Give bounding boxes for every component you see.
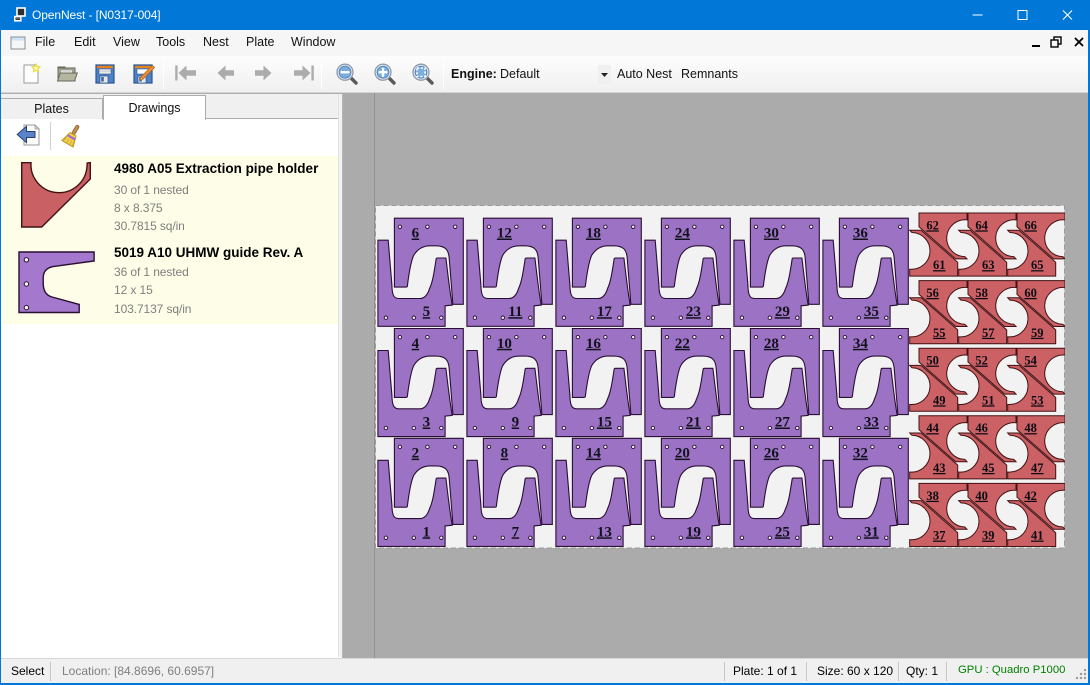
svg-text:5: 5: [423, 304, 431, 320]
svg-text:25: 25: [775, 524, 790, 540]
svg-text:43: 43: [933, 461, 946, 475]
svg-text:13: 13: [597, 524, 612, 540]
svg-text:2: 2: [412, 446, 420, 462]
svg-text:40: 40: [975, 489, 988, 503]
svg-text:56: 56: [926, 286, 939, 300]
svg-text:57: 57: [982, 326, 995, 340]
svg-text:34: 34: [853, 336, 869, 352]
svg-text:6: 6: [412, 226, 420, 242]
svg-text:10: 10: [497, 336, 512, 352]
svg-text:44: 44: [926, 421, 939, 435]
svg-text:42: 42: [1024, 489, 1037, 503]
svg-text:36: 36: [853, 226, 869, 242]
svg-text:38: 38: [926, 489, 939, 503]
svg-text:7: 7: [512, 524, 520, 540]
svg-text:55: 55: [933, 326, 946, 340]
svg-text:49: 49: [933, 393, 946, 407]
svg-text:59: 59: [1031, 326, 1044, 340]
svg-text:58: 58: [975, 286, 988, 300]
svg-text:51: 51: [982, 393, 995, 407]
svg-text:45: 45: [982, 461, 995, 475]
svg-text:29: 29: [775, 304, 790, 320]
svg-text:4: 4: [412, 336, 420, 352]
svg-text:26: 26: [764, 446, 780, 462]
svg-text:16: 16: [586, 336, 602, 352]
svg-text:19: 19: [686, 524, 701, 540]
svg-text:28: 28: [764, 336, 779, 352]
svg-text:23: 23: [686, 304, 701, 320]
svg-text:11: 11: [508, 304, 522, 320]
svg-text:21: 21: [686, 415, 701, 431]
svg-text:50: 50: [926, 354, 939, 368]
svg-text:15: 15: [597, 415, 612, 431]
svg-text:39: 39: [982, 529, 995, 543]
svg-text:62: 62: [926, 218, 939, 232]
svg-text:35: 35: [864, 304, 879, 320]
svg-text:60: 60: [1024, 286, 1037, 300]
svg-text:65: 65: [1031, 258, 1044, 272]
svg-text:41: 41: [1031, 529, 1044, 543]
svg-text:32: 32: [853, 446, 868, 462]
svg-text:47: 47: [1031, 461, 1044, 475]
svg-text:52: 52: [975, 354, 988, 368]
svg-text:64: 64: [975, 218, 988, 232]
svg-text:53: 53: [1031, 393, 1044, 407]
svg-text:61: 61: [933, 258, 946, 272]
svg-text:54: 54: [1024, 354, 1037, 368]
svg-text:30: 30: [764, 226, 779, 242]
svg-text:3: 3: [423, 415, 431, 431]
svg-text:8: 8: [501, 446, 509, 462]
svg-text:31: 31: [864, 524, 879, 540]
svg-text:48: 48: [1024, 421, 1037, 435]
svg-text:33: 33: [864, 415, 879, 431]
svg-text:37: 37: [933, 529, 946, 543]
svg-text:17: 17: [597, 304, 613, 320]
svg-text:9: 9: [512, 415, 520, 431]
svg-text:1: 1: [423, 524, 431, 540]
svg-text:12: 12: [497, 226, 512, 242]
svg-text:27: 27: [775, 415, 791, 431]
svg-text:20: 20: [675, 446, 690, 462]
svg-text:66: 66: [1024, 218, 1037, 232]
svg-text:46: 46: [975, 421, 988, 435]
svg-text:18: 18: [586, 226, 601, 242]
svg-text:24: 24: [675, 226, 691, 242]
svg-text:63: 63: [982, 258, 995, 272]
svg-text:14: 14: [586, 446, 602, 462]
svg-text:22: 22: [675, 336, 690, 352]
